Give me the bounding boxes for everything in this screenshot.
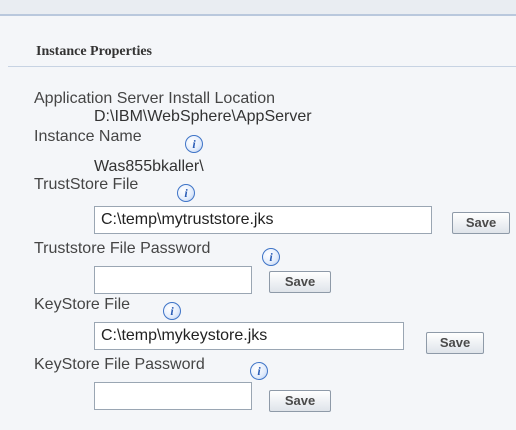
section-title: Instance Properties <box>36 44 152 59</box>
app-server-location-value: D:\IBM\WebSphere\AppServer <box>94 108 312 125</box>
save-keystore-password-button[interactable]: Save <box>269 390 331 412</box>
save-keystore-file-button[interactable]: Save <box>426 332 484 354</box>
info-icon[interactable]: i <box>262 248 280 266</box>
truststore-file-label: TrustStore File <box>34 176 139 193</box>
info-icon[interactable]: i <box>163 302 181 320</box>
instance-name-value: Was855bkaller\ <box>94 158 204 175</box>
save-truststore-password-button[interactable]: Save <box>269 271 331 293</box>
section-divider <box>8 66 516 67</box>
info-icon[interactable]: i <box>250 362 268 380</box>
truststore-password-label: Truststore File Password <box>34 240 211 257</box>
info-icon[interactable]: i <box>185 135 203 153</box>
truststore-file-input[interactable] <box>94 206 432 234</box>
keystore-password-label: KeyStore File Password <box>34 356 205 373</box>
top-bar <box>0 0 516 14</box>
keystore-file-label: KeyStore File <box>34 296 131 313</box>
app-server-location-label: Application Server Install Location <box>34 90 276 107</box>
truststore-password-input[interactable] <box>94 266 252 294</box>
keystore-password-input[interactable] <box>94 382 252 410</box>
info-icon[interactable]: i <box>177 184 195 202</box>
top-divider <box>0 14 516 16</box>
save-truststore-file-button[interactable]: Save <box>452 212 510 234</box>
keystore-file-input[interactable] <box>94 322 404 350</box>
instance-name-label: Instance Name <box>34 128 142 145</box>
